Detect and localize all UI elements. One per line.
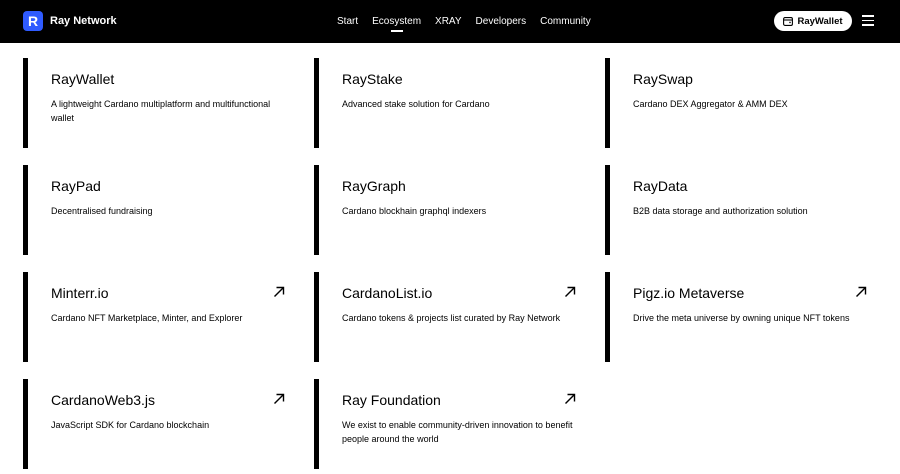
- external-link-arrow-icon[interactable]: [273, 286, 285, 298]
- raywallet-button[interactable]: RayWallet: [774, 11, 852, 31]
- card-description: JavaScript SDK for Cardano blockchain: [51, 420, 210, 430]
- card-title: Ray Foundation: [342, 392, 441, 408]
- external-link-arrow-icon[interactable]: [564, 286, 576, 298]
- hamburger-menu-icon[interactable]: [862, 15, 874, 26]
- card-rayswap[interactable]: RaySwap Cardano DEX Aggregator & AMM DEX: [605, 58, 875, 148]
- card-title: RayPad: [51, 178, 101, 194]
- card-description: Decentralised fundraising: [51, 206, 153, 216]
- card-title: RayWallet: [51, 71, 115, 87]
- card-raydata[interactable]: RayData B2B data storage and authorizati…: [605, 165, 875, 255]
- top-navbar: R Ray Network Start Ecosystem XRAY Devel…: [0, 0, 900, 43]
- nav-ecosystem[interactable]: Ecosystem: [372, 0, 421, 43]
- card-description: We exist to enable community-driven inno…: [342, 420, 573, 444]
- card-raypad[interactable]: RayPad Decentralised fundraising: [23, 165, 293, 255]
- nav-community[interactable]: Community: [540, 0, 591, 43]
- ray-network-logo: R: [23, 11, 43, 31]
- card-cardanolist[interactable]: CardanoList.io Cardano tokens & projects…: [314, 272, 584, 362]
- card-title: Minterr.io: [51, 285, 109, 301]
- card-raygraph[interactable]: RayGraph Cardano blockhain graphql index…: [314, 165, 584, 255]
- wallet-icon: [783, 16, 794, 26]
- card-title: CardanoList.io: [342, 285, 433, 301]
- card-pigz-metaverse[interactable]: Pigz.io Metaverse Drive the meta univers…: [605, 272, 875, 362]
- card-minterr[interactable]: Minterr.io Cardano NFT Marketplace, Mint…: [23, 272, 293, 362]
- card-description: Cardano NFT Marketplace, Minter, and Exp…: [51, 313, 243, 323]
- card-description: Cardano blockhain graphql indexers: [342, 206, 487, 216]
- card-title: CardanoWeb3.js: [51, 392, 156, 408]
- card-description: B2B data storage and authorization solut…: [633, 206, 808, 216]
- card-title: RayData: [633, 178, 688, 194]
- external-link-arrow-icon[interactable]: [273, 393, 285, 405]
- card-raywallet[interactable]: RayWallet A lightweight Cardano multipla…: [23, 58, 293, 148]
- raywallet-button-label: RayWallet: [797, 15, 843, 27]
- external-link-arrow-icon[interactable]: [564, 393, 576, 405]
- main-nav: Start Ecosystem XRAY Developers Communit…: [337, 0, 605, 43]
- nav-start[interactable]: Start: [337, 0, 358, 43]
- card-description: Drive the meta universe by owning unique…: [633, 313, 850, 323]
- card-title: RayStake: [342, 71, 403, 87]
- card-title: Pigz.io Metaverse: [633, 285, 745, 301]
- brand[interactable]: R Ray Network: [23, 11, 117, 31]
- brand-name: Ray Network: [50, 15, 117, 27]
- card-ray-foundation[interactable]: Ray Foundation We exist to enable commun…: [314, 379, 584, 469]
- card-title: RaySwap: [633, 71, 693, 87]
- nav-xray[interactable]: XRAY: [435, 0, 462, 43]
- nav-developers[interactable]: Developers: [476, 0, 527, 43]
- card-title: RayGraph: [342, 178, 406, 194]
- card-raystake[interactable]: RayStake Advanced stake solution for Car…: [314, 58, 584, 148]
- card-description: Cardano DEX Aggregator & AMM DEX: [633, 99, 788, 109]
- card-description: Cardano tokens & projects list curated b…: [342, 313, 561, 323]
- card-description: Advanced stake solution for Cardano: [342, 99, 490, 109]
- card-cardanoweb3js[interactable]: CardanoWeb3.js JavaScript SDK for Cardan…: [23, 379, 293, 469]
- card-description: A lightweight Cardano multiplatform and …: [51, 99, 271, 123]
- external-link-arrow-icon[interactable]: [855, 286, 867, 298]
